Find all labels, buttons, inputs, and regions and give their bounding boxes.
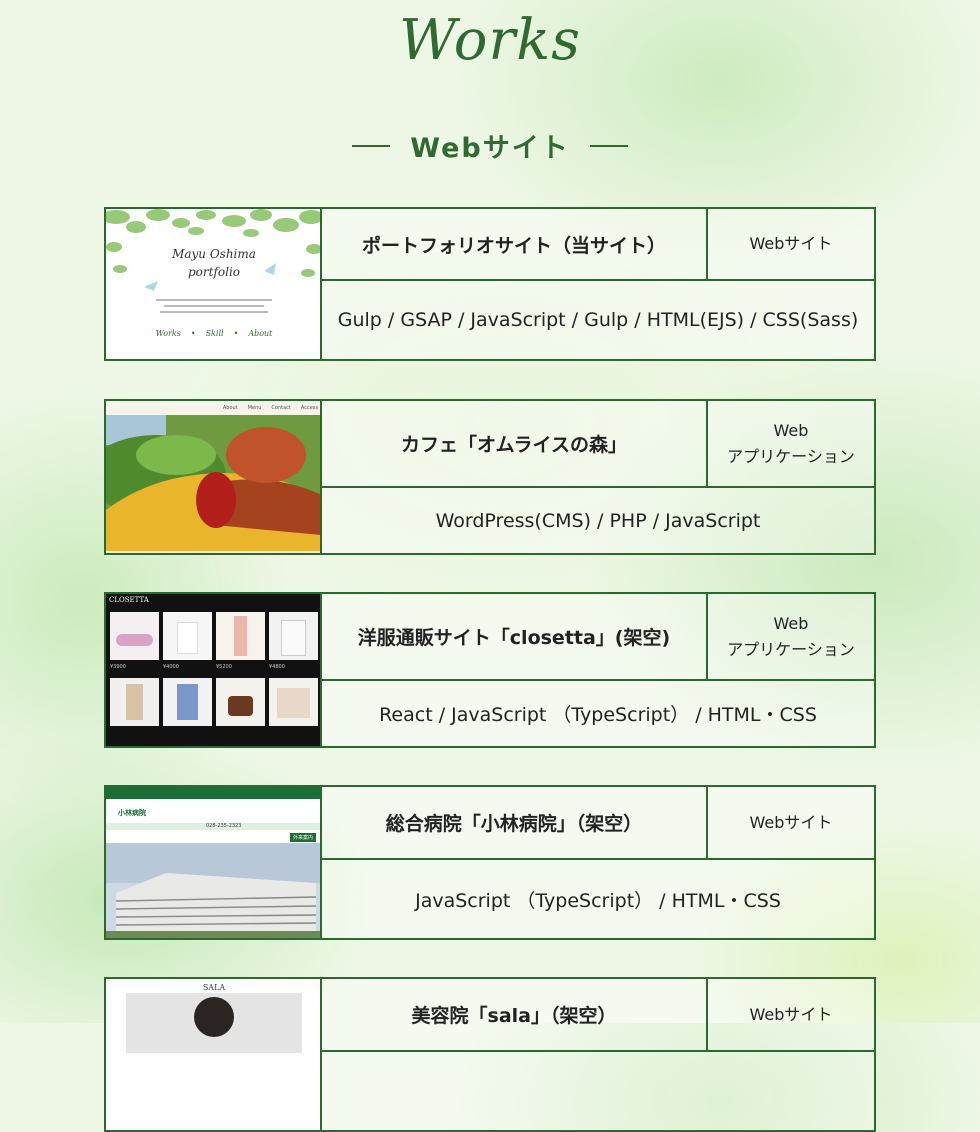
thumbnail-hospital[interactable]: 小林病院 028-235-2323 外来案内 xyxy=(106,787,322,938)
work-card-portfolio[interactable]: Mayu Oshima portfolio Works • Skill • Abou… xyxy=(104,207,876,361)
section-heading-text: Webサイト xyxy=(410,133,570,164)
thumb-title-line1: Mayu Oshima xyxy=(172,247,256,261)
thumb-brand: SALA xyxy=(202,983,226,992)
thumbnail-portfolio[interactable]: Mayu Oshima portfolio Works • Skill • Abou… xyxy=(106,209,322,359)
thumbnail-cafe[interactable]: About Menu Contact Access xyxy=(106,401,322,553)
thumb-title-line2: portfolio xyxy=(187,265,241,279)
price-2: ¥4000 xyxy=(163,664,179,670)
hospital-building-image xyxy=(106,843,320,938)
heading-right-rule xyxy=(589,144,628,147)
work-name: 総合病院「小林病院」（架空） xyxy=(322,787,708,860)
section-heading: Webサイト xyxy=(0,126,980,165)
work-type: Web アプリケーション xyxy=(708,594,874,681)
work-tech xyxy=(322,1052,874,1130)
thumb-nav: Works • Skill • About xyxy=(155,329,273,338)
thumb-brand: CLOSETTA xyxy=(109,596,149,604)
thumb-nav-menu: Menu xyxy=(247,405,262,411)
work-tech: WordPress(CMS) / PHP / JavaScript xyxy=(435,509,761,532)
thumb-nav-works: Works xyxy=(155,329,181,338)
work-tech: Gulp / GSAP / JavaScript / Gulp / HTML(E… xyxy=(337,309,859,331)
heading-left-rule xyxy=(352,144,391,147)
work-name: 洋服通販サイト「closetta」(架空) xyxy=(322,594,708,681)
omelette-image xyxy=(106,415,320,551)
thumbnail-closetta[interactable]: CLOSETTA ¥3900 ¥4000 ¥5200 ¥4800 xyxy=(106,594,322,746)
thumb-nav-about: About xyxy=(222,405,238,411)
price-1: ¥3900 xyxy=(110,664,126,670)
thumb-nav-bar: About Menu Contact Access xyxy=(106,401,320,415)
thumb-brand: 小林病院 xyxy=(118,809,146,817)
work-type-line2: アプリケーション xyxy=(727,446,855,466)
thumb-nav-skill: Skill xyxy=(205,329,224,338)
price-4: ¥4800 xyxy=(269,664,285,670)
work-name: ポートフォリオサイト（当サイト） xyxy=(322,209,708,281)
work-type-line2: アプリケーション xyxy=(727,639,855,659)
work-type: Webサイト xyxy=(708,787,874,860)
thumb-phone: 028-235-2323 xyxy=(206,823,242,829)
price-3: ¥5200 xyxy=(216,664,232,670)
thumb-topbar xyxy=(106,787,320,799)
thumb-text-lines xyxy=(156,295,272,317)
work-type: Webサイト xyxy=(708,209,874,281)
work-type: Web アプリケーション xyxy=(708,401,874,488)
work-card-closetta[interactable]: CLOSETTA ¥3900 ¥4000 ¥5200 ¥4800 洋服通販サイト… xyxy=(104,592,876,748)
work-name: 美容院「sala」（架空） xyxy=(322,979,708,1052)
product-grid: ¥3900 ¥4000 ¥5200 ¥4800 xyxy=(110,612,318,726)
works-title: Works xyxy=(399,8,581,73)
work-type: Webサイト xyxy=(708,979,874,1052)
work-type-line1: Web xyxy=(773,420,809,440)
work-type-line1: Web xyxy=(773,613,809,633)
work-tech: JavaScript （TypeScript） / HTML・CSS xyxy=(415,889,781,912)
thumb-nav-about: About xyxy=(248,329,273,338)
thumb-nav-contact: Contact xyxy=(271,405,291,411)
work-card-salon[interactable]: SALA 美容院「sala」（架空） Webサイト xyxy=(104,977,876,1132)
work-card-cafe[interactable]: About Menu Contact Access カフェ「オムライスの森」 W… xyxy=(104,399,876,555)
work-name: カフェ「オムライスの森」 xyxy=(322,401,708,488)
work-card-hospital[interactable]: 小林病院 028-235-2323 外来案内 総合病院「小林病院」（架空） We… xyxy=(104,785,876,940)
thumb-button: 外来案内 xyxy=(289,833,316,842)
work-tech: React / JavaScript （TypeScript） / HTML・C… xyxy=(379,704,817,726)
thumbnail-salon[interactable]: SALA xyxy=(106,979,322,1130)
thumb-nav-access: Access xyxy=(300,405,318,411)
